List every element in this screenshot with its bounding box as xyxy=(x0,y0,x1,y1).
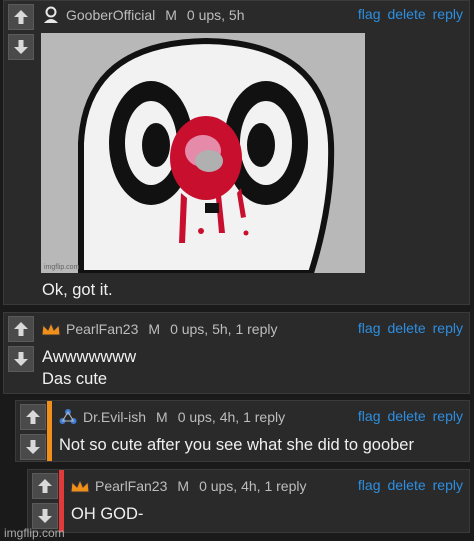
gender-label: M xyxy=(165,7,177,23)
comment-gooberofficial: GooberOfficial M 0 ups, 5h flag delete r… xyxy=(3,0,470,305)
username-link[interactable]: Dr.Evil-ish xyxy=(83,409,146,425)
comment-stats: 0 ups, 4h, 1 reply xyxy=(177,409,286,425)
arrow-down-icon xyxy=(14,352,28,366)
comment-meta: Dr.Evil-ish M 0 ups, 4h, 1 reply xyxy=(58,407,285,427)
vote-column xyxy=(18,404,48,464)
comment-text-line: Awwwwwww xyxy=(42,348,137,366)
gender-label: M xyxy=(148,321,161,337)
upvote-button[interactable] xyxy=(20,404,46,430)
reply-link[interactable]: reply xyxy=(433,477,463,493)
vote-column xyxy=(6,4,36,64)
site-watermark: imgflip.com xyxy=(4,526,65,540)
arrow-up-icon xyxy=(14,322,28,336)
delete-link[interactable]: delete xyxy=(387,477,425,493)
username-link[interactable]: GooberOfficial xyxy=(66,7,155,23)
comment-actions: flag delete reply xyxy=(358,6,463,22)
downvote-button[interactable] xyxy=(8,34,34,60)
arrow-up-icon xyxy=(38,479,52,493)
username-link[interactable]: PearlFan23 xyxy=(66,321,138,337)
gender-label: M xyxy=(156,409,168,425)
crown-icon[interactable] xyxy=(70,476,90,496)
comment-actions: flag delete reply xyxy=(358,408,463,424)
comment-meta: PearlFan23 M 0 ups, 5h, 1 reply xyxy=(41,319,277,339)
comment-stats: 0 ups, 4h, 1 reply xyxy=(199,478,307,494)
reply-link[interactable]: reply xyxy=(433,408,463,424)
upvote-button[interactable] xyxy=(32,473,58,499)
delete-link[interactable]: delete xyxy=(387,408,425,424)
comment-stats: 0 ups, 5h, 1 reply xyxy=(170,321,278,337)
flag-link[interactable]: flag xyxy=(358,6,381,22)
reply-depth-bar xyxy=(59,470,64,532)
comment-text-line: Das cute xyxy=(42,370,108,388)
goober-face-image xyxy=(41,33,365,273)
comment-dr-evil-ish: Dr.Evil-ish M 0 ups, 4h, 1 reply flag de… xyxy=(15,400,470,462)
comment-meta: PearlFan23 M 0 ups, 4h, 1 reply xyxy=(70,476,306,496)
arrow-down-icon xyxy=(26,440,40,454)
comment-text: OH GOD- xyxy=(71,505,144,523)
delete-link[interactable]: delete xyxy=(387,6,425,22)
reply-depth-bar xyxy=(47,401,52,461)
reply-link[interactable]: reply xyxy=(433,6,463,22)
image-watermark: imgflip.com xyxy=(44,264,80,271)
downvote-button[interactable] xyxy=(20,434,46,460)
username-link[interactable]: PearlFan23 xyxy=(95,478,167,494)
comment-meta: GooberOfficial M 0 ups, 5h xyxy=(41,5,245,25)
arrow-up-icon xyxy=(14,10,28,24)
delete-link[interactable]: delete xyxy=(387,320,425,336)
comment-pearlfan23-reply: PearlFan23 M 0 ups, 4h, 1 reply flag del… xyxy=(27,469,470,533)
vote-column xyxy=(30,473,60,533)
comment-stats: 0 ups, 5h xyxy=(186,7,245,23)
molecule-icon[interactable] xyxy=(58,407,78,427)
comment-actions: flag delete reply xyxy=(358,477,463,493)
upvote-button[interactable] xyxy=(8,316,34,342)
arrow-down-icon xyxy=(38,509,52,523)
comment-actions: flag delete reply xyxy=(358,320,463,336)
downvote-button[interactable] xyxy=(8,346,34,372)
comment-pearlfan23: PearlFan23 M 0 ups, 5h, 1 reply flag del… xyxy=(3,312,470,394)
user-avatar-icon[interactable] xyxy=(41,5,61,25)
comment-text: Ok, got it. xyxy=(42,281,113,299)
gender-label: M xyxy=(177,478,190,494)
comment-text: Awwwwwww Das cute xyxy=(42,346,136,390)
comment-image[interactable]: imgflip.com xyxy=(41,33,365,273)
vote-column xyxy=(6,316,36,376)
flag-link[interactable]: flag xyxy=(358,320,381,336)
arrow-up-icon xyxy=(26,410,40,424)
comment-text: Not so cute after you see what she did t… xyxy=(59,436,414,454)
arrow-down-icon xyxy=(14,40,28,54)
flag-link[interactable]: flag xyxy=(358,408,381,424)
flag-link[interactable]: flag xyxy=(358,477,381,493)
reply-link[interactable]: reply xyxy=(433,320,463,336)
upvote-button[interactable] xyxy=(8,4,34,30)
crown-icon[interactable] xyxy=(41,319,61,339)
